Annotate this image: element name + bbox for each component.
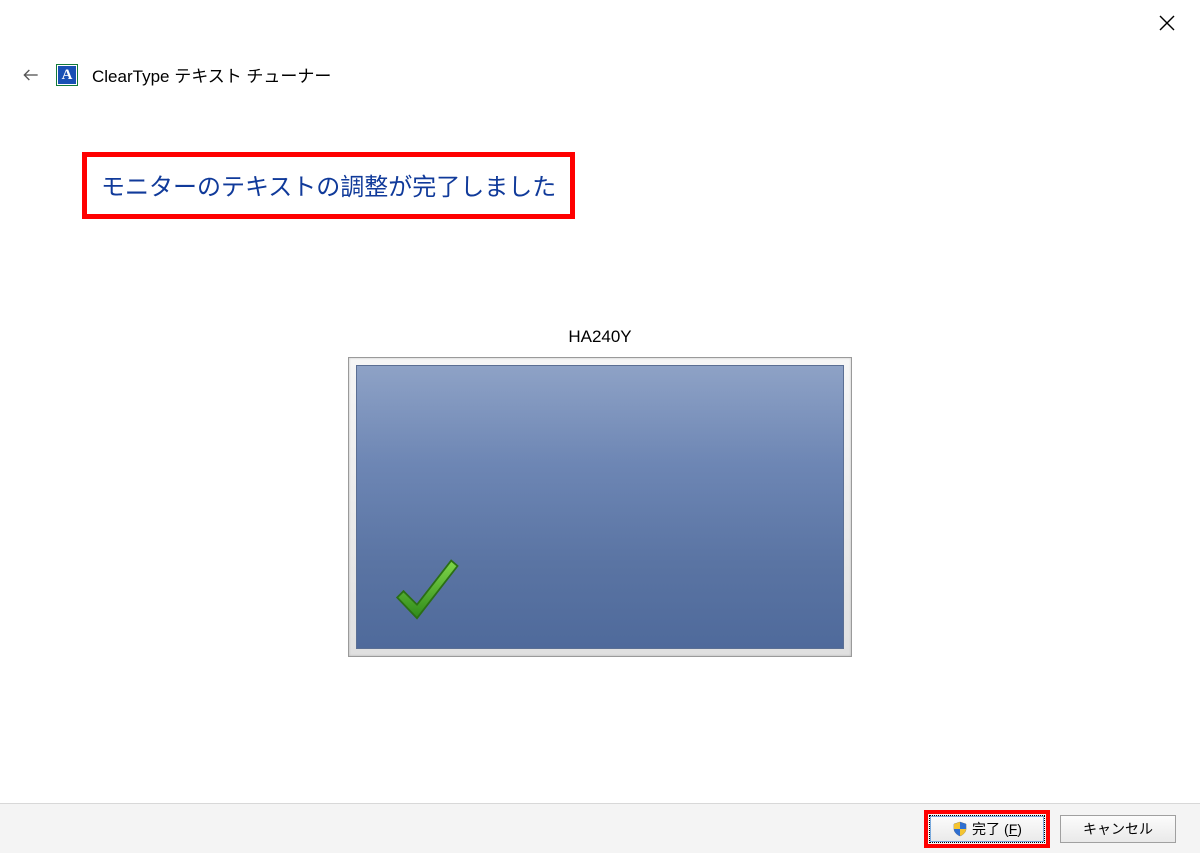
shield-icon: [952, 821, 968, 837]
app-icon-letter: A: [58, 66, 76, 84]
header: A ClearType テキスト チューナー: [20, 62, 331, 87]
monitor-screen: [356, 365, 844, 649]
monitor-name: HA240Y: [0, 327, 1200, 347]
monitor-preview-area: HA240Y: [0, 327, 1200, 657]
cancel-button-label: キャンセル: [1083, 819, 1153, 839]
close-button[interactable]: [1154, 10, 1180, 36]
close-icon: [1158, 14, 1176, 32]
finish-button[interactable]: 完了(F): [929, 815, 1045, 843]
finish-button-label: 完了: [972, 819, 1000, 839]
finish-button-accel: (F): [1004, 821, 1022, 837]
app-icon: A: [56, 64, 78, 86]
arrow-left-icon: [21, 65, 41, 85]
cancel-button[interactable]: キャンセル: [1060, 815, 1176, 843]
finish-button-highlight: 完了(F): [924, 810, 1050, 848]
back-button[interactable]: [20, 64, 42, 86]
monitor-frame: [348, 357, 852, 657]
heading-highlight: モニターのテキストの調整が完了しました: [82, 152, 575, 219]
window-title: ClearType テキスト チューナー: [92, 62, 331, 87]
page-heading: モニターのテキストの調整が完了しました: [101, 167, 556, 202]
footer: 完了(F) キャンセル: [0, 803, 1200, 853]
checkmark-icon: [381, 548, 471, 638]
